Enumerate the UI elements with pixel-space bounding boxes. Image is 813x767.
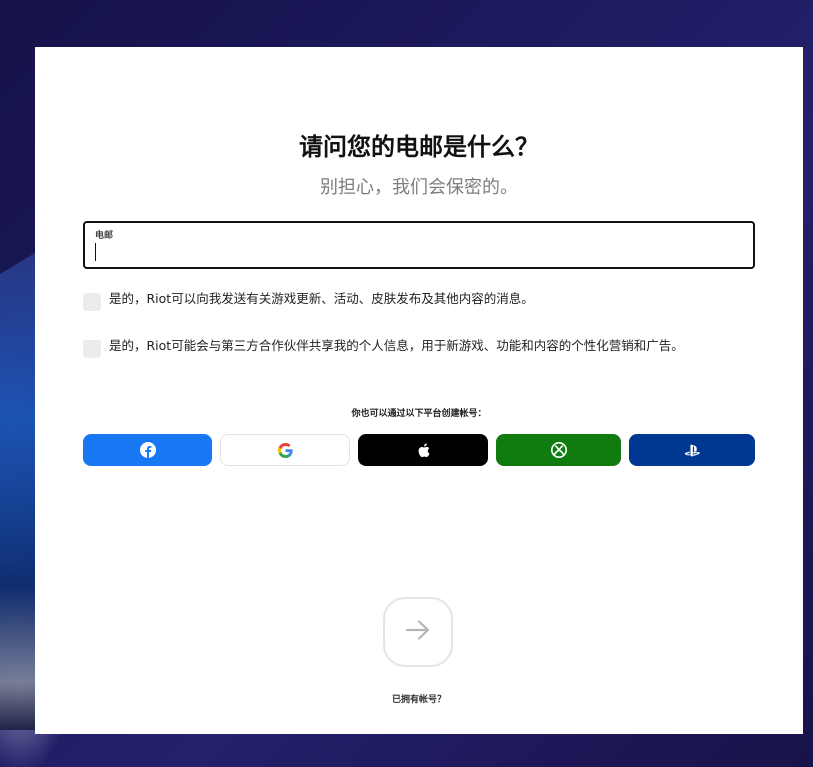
page-title: 请问您的电邮是什么？: [299, 133, 539, 161]
apple-icon: [417, 442, 430, 458]
apple-signup-button[interactable]: [358, 434, 488, 466]
playstation-icon: [684, 443, 701, 457]
playstation-signup-button[interactable]: [629, 434, 755, 466]
text-caret: [95, 243, 96, 261]
have-account-link[interactable]: 已拥有帐号？: [35, 692, 803, 705]
checkbox-updates[interactable]: [83, 293, 101, 311]
page-subtitle: 别担心，我们会保密的。: [320, 177, 518, 198]
facebook-icon: [139, 442, 156, 458]
alt-signup-text: 你也可以通过以下平台创建帐号：: [351, 409, 487, 419]
checkbox-share[interactable]: [83, 340, 101, 358]
xbox-icon: [550, 442, 567, 458]
next-button[interactable]: [383, 597, 453, 667]
checkbox-row-share[interactable]: 是的，Riot可能会与第三方合作伙伴共享我的个人信息，用于新游戏、功能和内容的个…: [83, 337, 684, 358]
xbox-signup-button[interactable]: [496, 434, 621, 466]
email-field[interactable]: 电邮: [83, 221, 755, 269]
signup-card: 请问您的电邮是什么？ 别担心，我们会保密的。 电邮 是的，Riot可以向我发送有…: [35, 47, 803, 734]
arrow-right-icon: [405, 619, 431, 645]
google-signup-button[interactable]: [220, 434, 350, 466]
checkbox-updates-label: 是的，Riot可以向我发送有关游戏更新、活动、皮肤发布及其他内容的消息。: [109, 291, 534, 306]
background-artwork: [0, 250, 40, 730]
email-input[interactable]: [93, 240, 737, 262]
checkbox-share-label: 是的，Riot可能会与第三方合作伙伴共享我的个人信息，用于新游戏、功能和内容的个…: [109, 338, 684, 353]
facebook-signup-button[interactable]: [83, 434, 212, 466]
checkbox-row-updates[interactable]: 是的，Riot可以向我发送有关游戏更新、活动、皮肤发布及其他内容的消息。: [83, 290, 534, 311]
google-icon: [277, 442, 293, 458]
